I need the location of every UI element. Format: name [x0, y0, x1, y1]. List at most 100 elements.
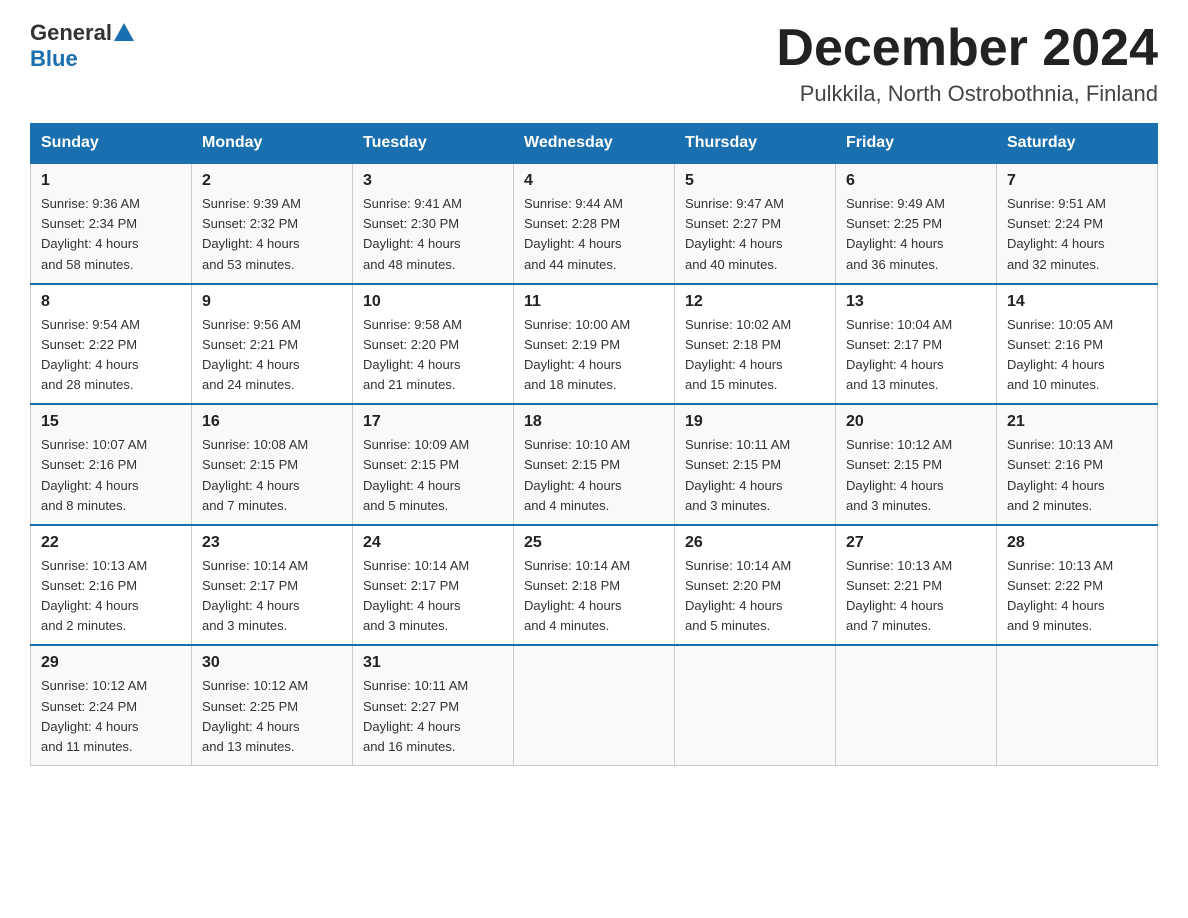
day-info: Sunrise: 10:12 AMSunset: 2:15 PMDaylight… — [846, 437, 952, 512]
calendar-table: SundayMondayTuesdayWednesdayThursdayFrid… — [30, 123, 1158, 766]
day-info: Sunrise: 10:14 AMSunset: 2:17 PMDaylight… — [363, 558, 469, 633]
column-header-saturday: Saturday — [997, 124, 1158, 164]
calendar-subtitle: Pulkkila, North Ostrobothnia, Finland — [776, 81, 1158, 107]
calendar-cell: 13 Sunrise: 10:04 AMSunset: 2:17 PMDayli… — [836, 284, 997, 405]
column-header-monday: Monday — [192, 124, 353, 164]
day-info: Sunrise: 10:07 AMSunset: 2:16 PMDaylight… — [41, 437, 147, 512]
day-number: 30 — [202, 654, 342, 672]
calendar-cell — [997, 645, 1158, 765]
calendar-cell: 16 Sunrise: 10:08 AMSunset: 2:15 PMDayli… — [192, 404, 353, 525]
day-info: Sunrise: 10:12 AMSunset: 2:25 PMDaylight… — [202, 678, 308, 753]
day-number: 18 — [524, 413, 664, 431]
day-number: 14 — [1007, 293, 1147, 311]
logo: General Blue — [30, 20, 134, 72]
calendar-cell: 31 Sunrise: 10:11 AMSunset: 2:27 PMDayli… — [353, 645, 514, 765]
calendar-title: December 2024 — [776, 20, 1158, 77]
day-info: Sunrise: 9:44 AMSunset: 2:28 PMDaylight:… — [524, 196, 623, 271]
calendar-cell: 3 Sunrise: 9:41 AMSunset: 2:30 PMDayligh… — [353, 163, 514, 284]
day-info: Sunrise: 10:10 AMSunset: 2:15 PMDaylight… — [524, 437, 630, 512]
logo-general-text: General — [30, 20, 112, 46]
title-area: December 2024 Pulkkila, North Ostrobothn… — [776, 20, 1158, 107]
column-header-sunday: Sunday — [31, 124, 192, 164]
calendar-cell: 30 Sunrise: 10:12 AMSunset: 2:25 PMDayli… — [192, 645, 353, 765]
calendar-cell: 2 Sunrise: 9:39 AMSunset: 2:32 PMDayligh… — [192, 163, 353, 284]
calendar-cell: 23 Sunrise: 10:14 AMSunset: 2:17 PMDayli… — [192, 525, 353, 646]
day-info: Sunrise: 9:56 AMSunset: 2:21 PMDaylight:… — [202, 317, 301, 392]
calendar-cell: 1 Sunrise: 9:36 AMSunset: 2:34 PMDayligh… — [31, 163, 192, 284]
day-info: Sunrise: 10:00 AMSunset: 2:19 PMDaylight… — [524, 317, 630, 392]
day-info: Sunrise: 10:09 AMSunset: 2:15 PMDaylight… — [363, 437, 469, 512]
calendar-cell: 15 Sunrise: 10:07 AMSunset: 2:16 PMDayli… — [31, 404, 192, 525]
day-number: 26 — [685, 534, 825, 552]
day-info: Sunrise: 9:39 AMSunset: 2:32 PMDaylight:… — [202, 196, 301, 271]
day-number: 20 — [846, 413, 986, 431]
calendar-cell: 7 Sunrise: 9:51 AMSunset: 2:24 PMDayligh… — [997, 163, 1158, 284]
day-number: 3 — [363, 172, 503, 190]
day-number: 7 — [1007, 172, 1147, 190]
day-number: 16 — [202, 413, 342, 431]
calendar-cell: 24 Sunrise: 10:14 AMSunset: 2:17 PMDayli… — [353, 525, 514, 646]
day-info: Sunrise: 10:14 AMSunset: 2:17 PMDaylight… — [202, 558, 308, 633]
day-info: Sunrise: 10:04 AMSunset: 2:17 PMDaylight… — [846, 317, 952, 392]
calendar-cell — [836, 645, 997, 765]
calendar-header-row: SundayMondayTuesdayWednesdayThursdayFrid… — [31, 124, 1158, 164]
calendar-week-row: 22 Sunrise: 10:13 AMSunset: 2:16 PMDayli… — [31, 525, 1158, 646]
day-number: 25 — [524, 534, 664, 552]
day-info: Sunrise: 10:12 AMSunset: 2:24 PMDaylight… — [41, 678, 147, 753]
day-number: 12 — [685, 293, 825, 311]
calendar-week-row: 1 Sunrise: 9:36 AMSunset: 2:34 PMDayligh… — [31, 163, 1158, 284]
calendar-cell: 29 Sunrise: 10:12 AMSunset: 2:24 PMDayli… — [31, 645, 192, 765]
column-header-friday: Friday — [836, 124, 997, 164]
calendar-cell: 20 Sunrise: 10:12 AMSunset: 2:15 PMDayli… — [836, 404, 997, 525]
calendar-cell: 8 Sunrise: 9:54 AMSunset: 2:22 PMDayligh… — [31, 284, 192, 405]
day-info: Sunrise: 10:13 AMSunset: 2:22 PMDaylight… — [1007, 558, 1113, 633]
day-number: 29 — [41, 654, 181, 672]
column-header-tuesday: Tuesday — [353, 124, 514, 164]
logo-blue-text: Blue — [30, 46, 78, 71]
day-info: Sunrise: 10:05 AMSunset: 2:16 PMDaylight… — [1007, 317, 1113, 392]
day-number: 11 — [524, 293, 664, 311]
day-number: 5 — [685, 172, 825, 190]
calendar-cell — [675, 645, 836, 765]
day-info: Sunrise: 10:08 AMSunset: 2:15 PMDaylight… — [202, 437, 308, 512]
day-info: Sunrise: 10:13 AMSunset: 2:16 PMDaylight… — [41, 558, 147, 633]
calendar-cell: 19 Sunrise: 10:11 AMSunset: 2:15 PMDayli… — [675, 404, 836, 525]
day-info: Sunrise: 10:02 AMSunset: 2:18 PMDaylight… — [685, 317, 791, 392]
page-header: General Blue December 2024 Pulkkila, Nor… — [30, 20, 1158, 107]
calendar-cell: 22 Sunrise: 10:13 AMSunset: 2:16 PMDayli… — [31, 525, 192, 646]
day-number: 17 — [363, 413, 503, 431]
day-number: 8 — [41, 293, 181, 311]
day-info: Sunrise: 9:58 AMSunset: 2:20 PMDaylight:… — [363, 317, 462, 392]
column-header-thursday: Thursday — [675, 124, 836, 164]
calendar-cell — [514, 645, 675, 765]
day-number: 15 — [41, 413, 181, 431]
calendar-cell: 6 Sunrise: 9:49 AMSunset: 2:25 PMDayligh… — [836, 163, 997, 284]
logo-triangle-icon — [114, 23, 134, 41]
calendar-cell: 9 Sunrise: 9:56 AMSunset: 2:21 PMDayligh… — [192, 284, 353, 405]
day-number: 27 — [846, 534, 986, 552]
day-number: 10 — [363, 293, 503, 311]
calendar-cell: 25 Sunrise: 10:14 AMSunset: 2:18 PMDayli… — [514, 525, 675, 646]
calendar-cell: 28 Sunrise: 10:13 AMSunset: 2:22 PMDayli… — [997, 525, 1158, 646]
day-info: Sunrise: 10:13 AMSunset: 2:21 PMDaylight… — [846, 558, 952, 633]
day-number: 21 — [1007, 413, 1147, 431]
calendar-cell: 26 Sunrise: 10:14 AMSunset: 2:20 PMDayli… — [675, 525, 836, 646]
day-info: Sunrise: 10:14 AMSunset: 2:20 PMDaylight… — [685, 558, 791, 633]
calendar-week-row: 8 Sunrise: 9:54 AMSunset: 2:22 PMDayligh… — [31, 284, 1158, 405]
calendar-cell: 21 Sunrise: 10:13 AMSunset: 2:16 PMDayli… — [997, 404, 1158, 525]
day-number: 9 — [202, 293, 342, 311]
day-info: Sunrise: 9:47 AMSunset: 2:27 PMDaylight:… — [685, 196, 784, 271]
day-number: 28 — [1007, 534, 1147, 552]
calendar-cell: 27 Sunrise: 10:13 AMSunset: 2:21 PMDayli… — [836, 525, 997, 646]
calendar-cell: 10 Sunrise: 9:58 AMSunset: 2:20 PMDaylig… — [353, 284, 514, 405]
day-info: Sunrise: 10:11 AMSunset: 2:15 PMDaylight… — [685, 437, 790, 512]
calendar-cell: 12 Sunrise: 10:02 AMSunset: 2:18 PMDayli… — [675, 284, 836, 405]
day-number: 4 — [524, 172, 664, 190]
calendar-cell: 17 Sunrise: 10:09 AMSunset: 2:15 PMDayli… — [353, 404, 514, 525]
day-number: 23 — [202, 534, 342, 552]
day-info: Sunrise: 9:49 AMSunset: 2:25 PMDaylight:… — [846, 196, 945, 271]
day-info: Sunrise: 9:54 AMSunset: 2:22 PMDaylight:… — [41, 317, 140, 392]
calendar-week-row: 15 Sunrise: 10:07 AMSunset: 2:16 PMDayli… — [31, 404, 1158, 525]
day-number: 1 — [41, 172, 181, 190]
day-number: 6 — [846, 172, 986, 190]
